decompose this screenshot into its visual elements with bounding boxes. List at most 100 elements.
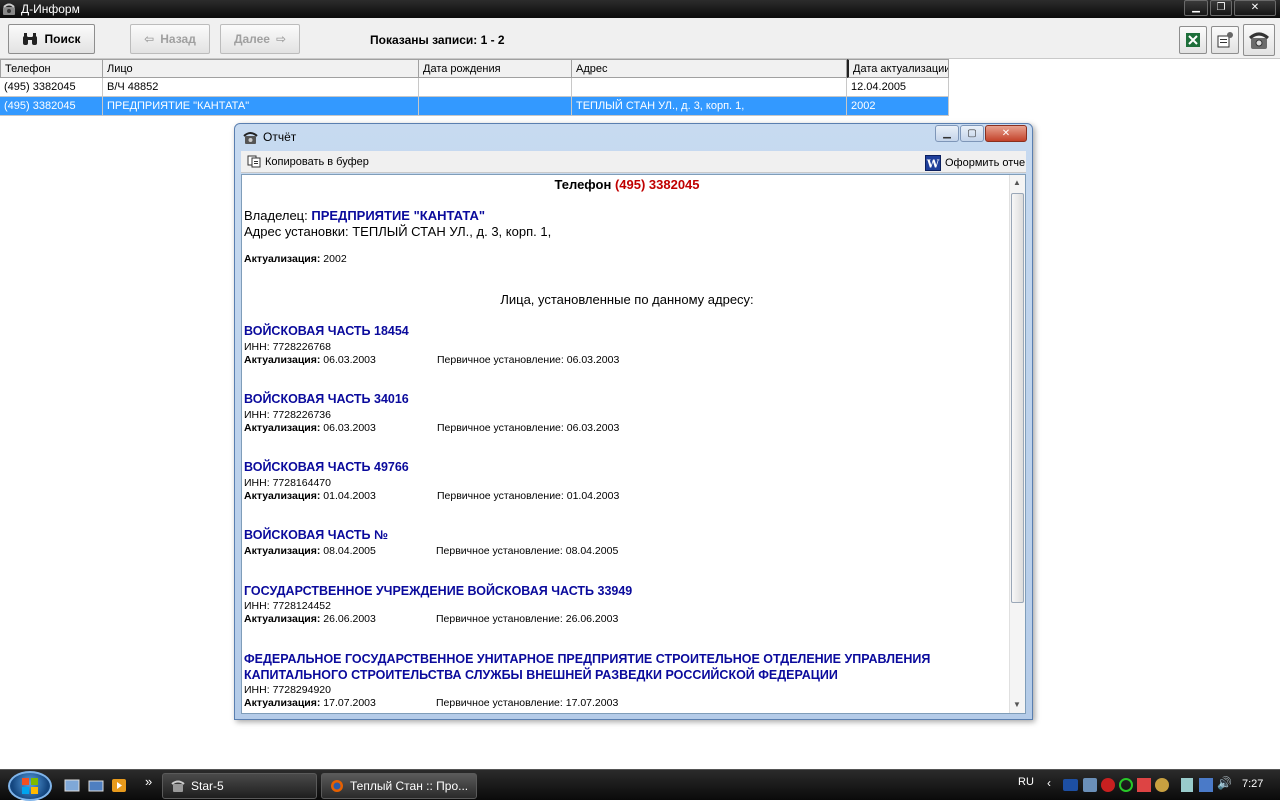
- owner-line: Владелец: ПРЕДПРИЯТИЕ "КАНТАТА": [244, 208, 485, 223]
- wd-tray-icon[interactable]: [1063, 779, 1078, 791]
- restore-button[interactable]: ❐: [1210, 0, 1232, 16]
- settings-icon: [1217, 32, 1233, 48]
- cell-address: [572, 78, 847, 97]
- show-desktop-icon[interactable]: [64, 778, 80, 793]
- network-tray-icon[interactable]: [1083, 778, 1097, 792]
- arrow-right-icon: ⇨: [275, 32, 287, 46]
- word-icon: W: [925, 155, 941, 171]
- update-label: Актуализация:: [244, 354, 321, 366]
- org-updated: Актуализация: 26.06.2003: [244, 613, 376, 625]
- search-label: Поиск: [44, 32, 81, 46]
- first-install-label: Первичное установление:: [436, 545, 563, 557]
- report-dialog: Отчёт ▁ ▢ ✕ Копировать в буфер W Оформит…: [234, 123, 1033, 720]
- report-label: Оформить отче: [945, 157, 1026, 169]
- maximize-icon: ▢: [967, 128, 977, 139]
- update-value: 08.04.2005: [323, 545, 376, 557]
- org-inn: ИНН: 7728164470: [244, 477, 331, 489]
- scroll-thumb[interactable]: [1011, 193, 1024, 603]
- scroll-down-icon[interactable]: ▼: [1013, 700, 1021, 709]
- phone-app-icon: [3, 3, 15, 15]
- first-install-label: Первичное установление:: [436, 697, 563, 709]
- app-title-bar: Д-Информ ▁ ❐ ✕: [0, 0, 1280, 18]
- start-button[interactable]: [8, 771, 52, 801]
- switch-windows-icon[interactable]: [88, 778, 104, 793]
- inn-value: 7728226768: [272, 341, 331, 353]
- column-header-updated[interactable]: Дата актуализации: [847, 59, 949, 78]
- report-phone-heading: Телефон (495) 3382045: [242, 177, 1012, 192]
- search-button[interactable]: Поиск: [8, 24, 95, 54]
- firefox-icon: [331, 780, 343, 792]
- network-status-icon[interactable]: [1199, 778, 1213, 792]
- phone-button[interactable]: [1243, 24, 1275, 56]
- security-tray-icon[interactable]: [1101, 778, 1115, 792]
- update-value: 06.03.2003: [323, 422, 376, 434]
- minimize-icon: ▁: [1192, 2, 1200, 13]
- dialog-title: Отчёт: [263, 130, 297, 144]
- vertical-scrollbar[interactable]: ▲ ▼: [1009, 175, 1025, 713]
- next-button[interactable]: Далее ⇨: [220, 24, 300, 54]
- quicklaunch-more[interactable]: »: [145, 774, 152, 789]
- cell-birthdate: [419, 97, 572, 116]
- column-header-birthdate[interactable]: Дата рождения: [419, 59, 572, 78]
- volume-icon[interactable]: 🔊: [1217, 776, 1232, 790]
- device-tray-icon[interactable]: [1181, 778, 1193, 792]
- cell-person: ПРЕДПРИЯТИЕ "КАНТАТА": [103, 97, 419, 116]
- copy-to-clipboard-button[interactable]: Копировать в буфер: [247, 155, 369, 168]
- dialog-maximize-button[interactable]: ▢: [960, 125, 984, 142]
- taskbar-item-star5[interactable]: Star-5: [162, 773, 317, 799]
- make-report-button[interactable]: W Оформить отче: [925, 155, 1025, 171]
- app-title: Д-Информ: [21, 2, 80, 16]
- media-player-icon[interactable]: [111, 778, 127, 793]
- column-header-phone[interactable]: Телефон: [0, 59, 103, 78]
- back-label: Назад: [160, 32, 196, 46]
- phone-icon: [243, 132, 258, 144]
- phone-value: (495) 3382045: [614, 177, 700, 192]
- records-count: Показаны записи: 1 - 2: [370, 33, 505, 47]
- org-updated: Актуализация: 06.03.2003: [244, 422, 376, 434]
- inn-value: 7728124452: [272, 600, 331, 612]
- app-tray-icon[interactable]: [1137, 778, 1151, 792]
- first-install-label: Первичное установление:: [436, 613, 563, 625]
- scroll-up-icon[interactable]: ▲: [1013, 178, 1021, 187]
- org-name: ВОЙСКОВАЯ ЧАСТЬ 34016: [244, 392, 409, 406]
- language-indicator[interactable]: RU: [1018, 776, 1034, 788]
- column-header-person[interactable]: Лицо: [103, 59, 419, 78]
- cell-birthdate: [419, 78, 572, 97]
- show-hidden-icons[interactable]: ‹: [1047, 776, 1051, 790]
- update-tray-icon[interactable]: [1155, 778, 1169, 792]
- taskbar-item-label: Теплый Стан :: Про...: [350, 779, 469, 793]
- column-header-address[interactable]: Адрес: [572, 59, 847, 78]
- owner-label: Владелец:: [244, 208, 308, 223]
- status-tray-icon[interactable]: [1119, 778, 1133, 792]
- back-button[interactable]: ⇦ Назад: [130, 24, 210, 54]
- section-title: Лица, установленные по данному адресу:: [500, 292, 754, 307]
- org-first-install: Первичное установление: 01.04.2003: [437, 490, 619, 502]
- org-inn: ИНН: 7728124452: [244, 600, 331, 612]
- dialog-close-button[interactable]: ✕: [985, 125, 1027, 142]
- close-button[interactable]: ✕: [1234, 0, 1276, 16]
- settings-button[interactable]: [1211, 26, 1239, 54]
- address-label: Адрес установки:: [244, 224, 349, 239]
- arrow-left-icon: ⇦: [144, 32, 155, 46]
- update-label: Актуализация:: [244, 697, 321, 709]
- minimize-button[interactable]: ▁: [1184, 0, 1208, 16]
- org-first-install: Первичное установление: 08.04.2005: [436, 545, 618, 557]
- update-label: Актуализация:: [244, 613, 321, 625]
- svg-text:W: W: [926, 158, 940, 171]
- excel-export-button[interactable]: [1179, 26, 1207, 54]
- inn-value: 7728164470: [272, 477, 331, 489]
- inn-label: ИНН:: [244, 477, 270, 489]
- cell-phone: (495) 3382045: [0, 78, 103, 97]
- binoculars-icon: [23, 33, 38, 45]
- clock[interactable]: 7:27: [1242, 778, 1263, 790]
- restore-icon: ❐: [1216, 2, 1226, 13]
- next-label: Далее: [233, 32, 270, 46]
- org-updated: Актуализация: 08.04.2005: [244, 545, 376, 557]
- address-line: Адрес установки: ТЕПЛЫЙ СТАН УЛ., д. 3, …: [244, 224, 551, 239]
- taskbar-item-firefox[interactable]: Теплый Стан :: Про...: [321, 773, 477, 799]
- taskbar-item-label: Star-5: [191, 779, 224, 793]
- org-first-install: Первичное установление: 17.07.2003: [436, 697, 618, 709]
- first-install-value: 06.03.2003: [566, 422, 620, 434]
- dialog-minimize-button[interactable]: ▁: [935, 125, 959, 142]
- org-name: ГОСУДАРСТВЕННОЕ УЧРЕЖДЕНИЕ ВОЙСКОВАЯ ЧАС…: [244, 584, 633, 598]
